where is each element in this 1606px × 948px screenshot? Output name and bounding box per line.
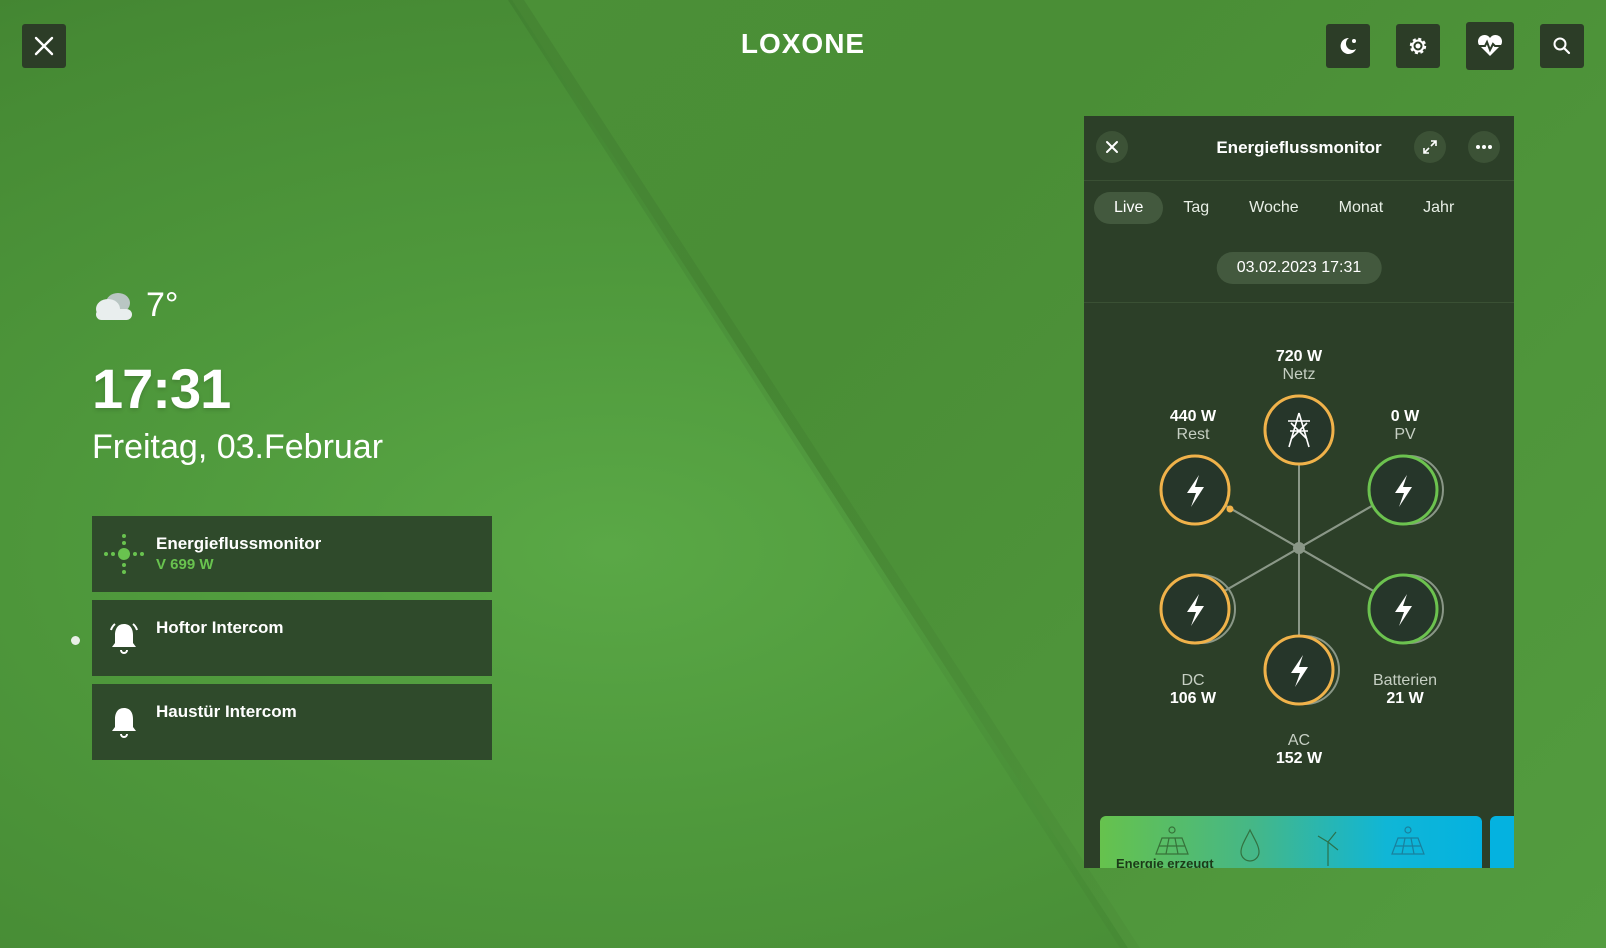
bell-icon [112, 708, 136, 738]
night-mode-button[interactable] [1326, 24, 1370, 68]
solar-panel-icon [1391, 826, 1425, 855]
search-icon [1553, 37, 1571, 55]
weather: 7° [92, 286, 179, 325]
temperature: 7° [146, 286, 179, 324]
gear-icon [1409, 37, 1427, 55]
node-ac [1263, 634, 1340, 706]
solar-panel-icon [1155, 826, 1189, 855]
node-pv [1367, 454, 1444, 526]
banner-text: Energie erzeugt [1116, 856, 1214, 868]
energy-flow-icon [104, 534, 144, 574]
energy-flow-panel: Energieflussmonitor Live Tag Woche Monat… [1084, 116, 1514, 868]
moon-sun-icon [1340, 37, 1356, 54]
flow-particle [1226, 505, 1234, 513]
bell-ringing-icon [110, 623, 138, 654]
tile-hoftor-intercom[interactable]: Hoftor Intercom [92, 600, 492, 676]
health-button[interactable] [1466, 22, 1514, 70]
node-rest [1159, 454, 1231, 526]
node-netz [1263, 394, 1335, 466]
close-icon [34, 36, 54, 56]
tile-title: Energieflussmonitor [156, 534, 322, 553]
flow-center [1293, 542, 1305, 554]
close-button[interactable] [22, 24, 66, 68]
settings-button[interactable] [1396, 24, 1440, 68]
water-drop-icon [1240, 828, 1260, 862]
heart-pulse-icon [1477, 34, 1503, 56]
cloud-icon [96, 292, 132, 320]
energy-produced-banner[interactable]: Energie erzeugt [1100, 816, 1482, 868]
node-batterien [1367, 573, 1444, 645]
tile-title: Hoftor Intercom [156, 618, 284, 637]
tile-title: Haustür Intercom [156, 702, 297, 721]
clock-time: 17:31 [92, 357, 231, 420]
tile-subtitle: V 699 W [156, 556, 214, 573]
logo: LOXONE [740, 28, 866, 59]
search-button[interactable] [1540, 24, 1584, 68]
wind-turbine-icon [1317, 831, 1339, 866]
next-banner[interactable] [1490, 816, 1514, 868]
tile-energieflussmonitor[interactable]: Energieflussmonitor V 699 W [92, 516, 492, 592]
flow-nodes [1159, 394, 1444, 706]
node-dc [1159, 573, 1236, 645]
clock-date: Freitag, 03.Februar [92, 428, 384, 466]
tile-haustuer-intercom[interactable]: Haustür Intercom [92, 684, 492, 760]
notification-dot [71, 636, 80, 645]
